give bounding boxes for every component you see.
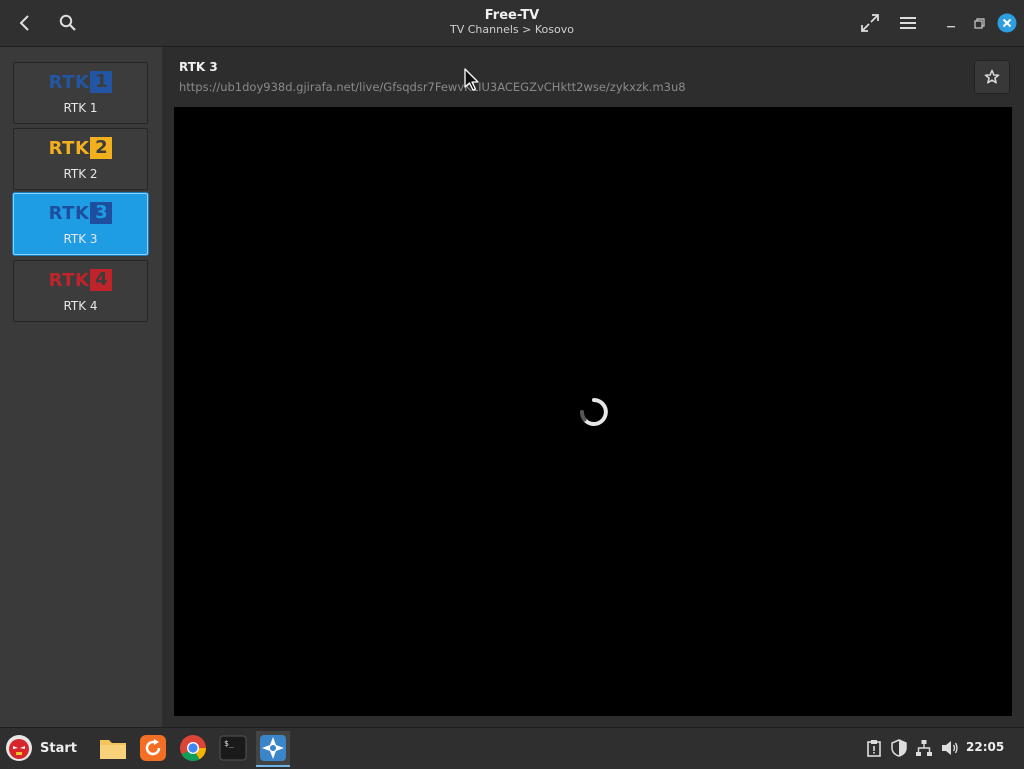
video-player[interactable] — [174, 107, 1012, 716]
menu-button[interactable] — [893, 8, 923, 38]
free-tv-icon — [260, 735, 286, 761]
update-icon — [140, 735, 166, 761]
volume-icon — [942, 741, 958, 755]
mouse-cursor-icon — [464, 68, 479, 91]
taskbar-app-updater[interactable] — [136, 731, 170, 765]
channel-label: RTK 2 — [63, 167, 98, 181]
search-icon — [59, 14, 76, 31]
channel-label: RTK 1 — [63, 101, 98, 115]
rtk1-logo: RTK 1 — [14, 68, 147, 96]
breadcrumb: TV Channels > Kosovo — [450, 23, 574, 36]
hamburger-menu-icon — [900, 17, 916, 29]
close-button[interactable] — [992, 8, 1022, 38]
loading-spinner-icon — [580, 398, 608, 426]
back-button[interactable] — [10, 8, 40, 38]
channel-item-rtk1[interactable]: RTK 1 RTK 1 — [13, 62, 148, 124]
channel-item-rtk4[interactable]: RTK 4 RTK 4 — [13, 260, 148, 322]
rtk4-logo: RTK 4 — [14, 266, 147, 294]
tray-clipboard[interactable] — [864, 738, 884, 758]
start-button[interactable]: Start — [4, 731, 82, 765]
app-title: Free-TV — [484, 8, 540, 23]
header-bar: Free-TV TV Channels > Kosovo — [0, 0, 1024, 47]
stream-title: RTK 3 — [179, 60, 218, 74]
rtk3-logo: RTK 3 — [14, 199, 147, 227]
taskbar: Start $_ 22:05 — [0, 727, 1024, 769]
svg-text:$_: $_ — [224, 739, 234, 748]
channel-sidebar: RTK 1 RTK 1 RTK 2 RTK 2 RTK 3 RTK 3 RTK 4 RT… — [0, 47, 162, 727]
rtk2-logo: RTK 2 — [14, 134, 147, 162]
network-icon — [916, 740, 932, 756]
channel-label: RTK 3 — [63, 232, 98, 246]
clipboard-icon — [867, 740, 881, 757]
star-icon — [984, 69, 1000, 84]
tray-volume[interactable] — [940, 738, 960, 758]
back-arrow-icon — [19, 15, 29, 31]
channel-label: RTK 4 — [63, 299, 98, 313]
minimize-icon — [947, 26, 955, 28]
system-clock[interactable]: 22:05 — [966, 740, 1004, 754]
chrome-icon — [180, 735, 207, 762]
minimize-button[interactable] — [936, 8, 966, 38]
taskbar-app-free-tv[interactable] — [256, 731, 290, 767]
restore-icon — [973, 17, 985, 29]
channel-item-rtk3[interactable]: RTK 3 RTK 3 — [13, 193, 148, 255]
fullscreen-button[interactable] — [855, 8, 885, 38]
terminal-icon: $_ — [219, 735, 247, 761]
search-button[interactable] — [53, 8, 83, 38]
title-area: Free-TV TV Channels > Kosovo — [362, 8, 662, 37]
stream-url: https://ub1doy938d.gjirafa.net/live/Gfsq… — [179, 80, 686, 94]
player-pane: RTK 3 https://ub1doy938d.gjirafa.net/liv… — [162, 47, 1024, 727]
taskbar-app-chrome[interactable] — [176, 731, 210, 765]
expand-icon — [861, 14, 879, 32]
close-icon — [997, 13, 1017, 33]
tray-security[interactable] — [889, 738, 909, 758]
shield-icon — [891, 739, 907, 757]
folder-icon — [100, 740, 126, 759]
taskbar-app-terminal[interactable]: $_ — [216, 731, 250, 765]
maximize-button[interactable] — [964, 8, 994, 38]
channel-item-rtk2[interactable]: RTK 2 RTK 2 — [13, 128, 148, 190]
start-label: Start — [40, 740, 77, 756]
taskbar-app-files[interactable] — [96, 731, 130, 765]
start-menu-icon — [6, 735, 32, 761]
favorite-button[interactable] — [974, 60, 1010, 94]
tray-network[interactable] — [914, 738, 934, 758]
